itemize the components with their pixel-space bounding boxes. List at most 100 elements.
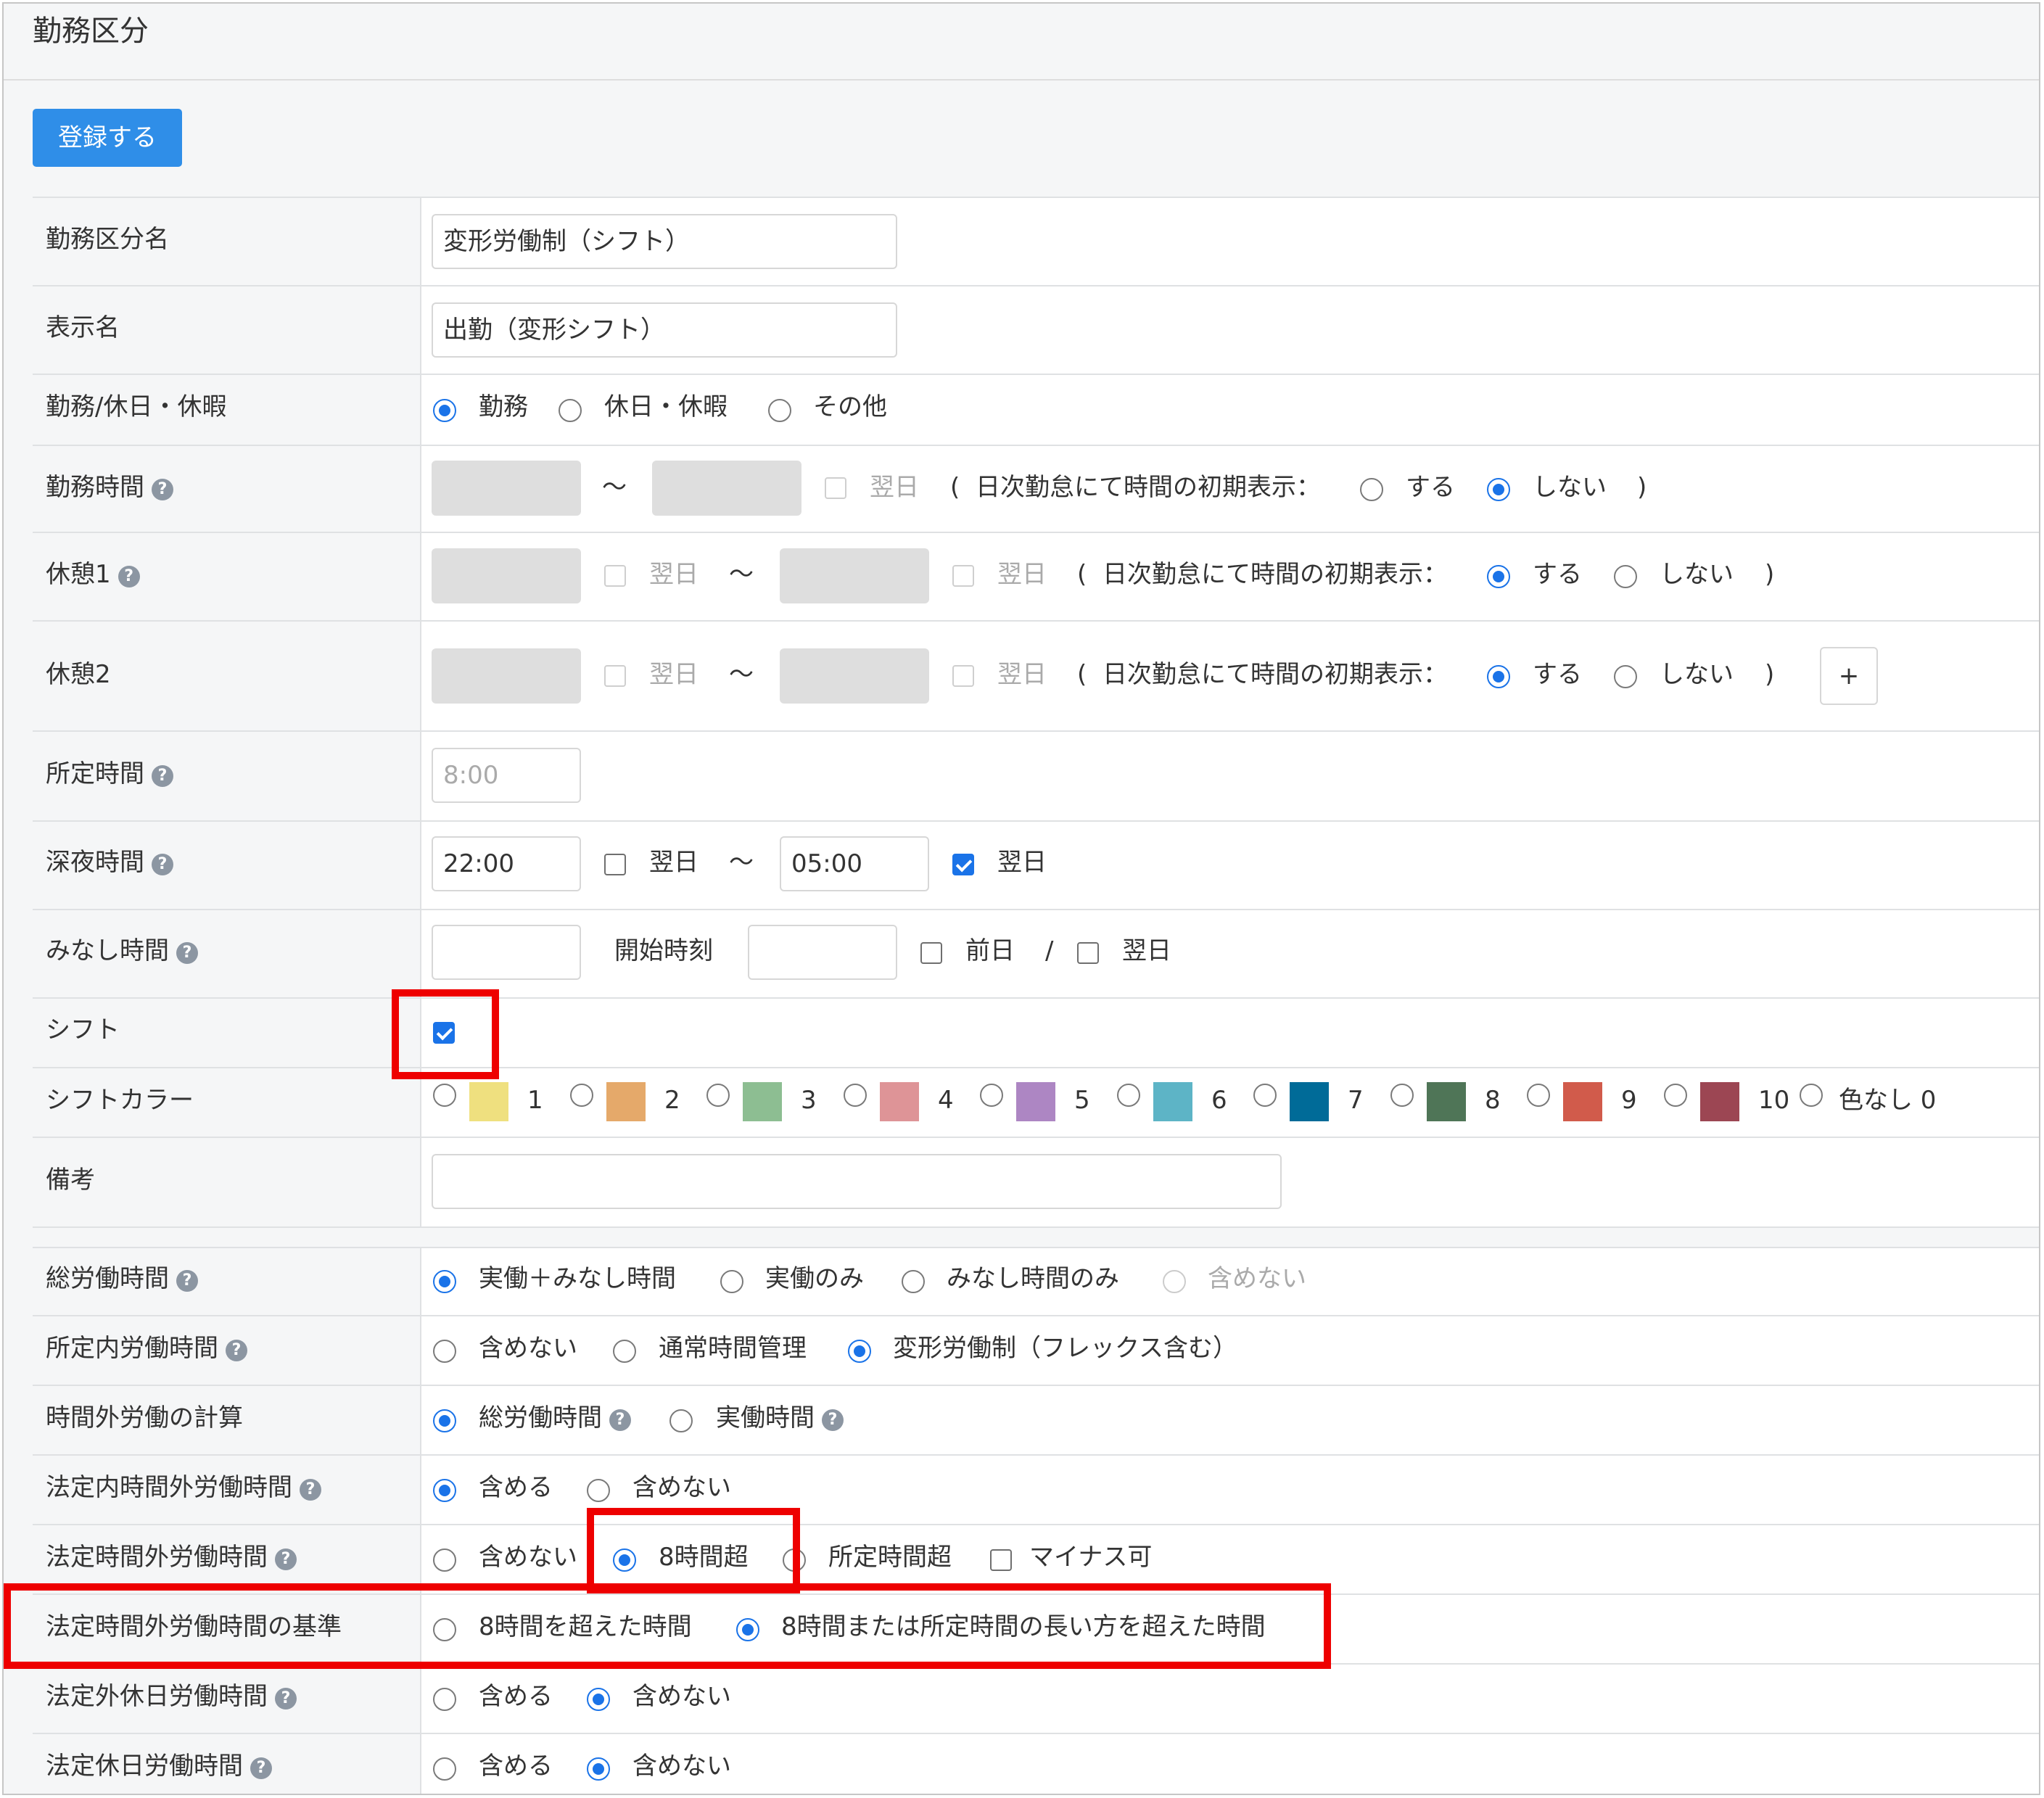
legal-overtime-label: 法定時間外労働時間 [46,1543,268,1572]
total-hours-radio-actual-deemed[interactable] [433,1270,456,1293]
shift-color-radio[interactable] [1253,1084,1277,1107]
work-hours-label-row: 勤務時間? [46,471,173,503]
deemed-start-time-input[interactable] [748,925,897,980]
page: 勤務区分 登録する 勤務区分名 変形労働制（シフト） 表示名 出勤（変形シフト）… [0,0,2044,1798]
legal-inner-overtime-radio-include[interactable] [433,1479,456,1502]
shift-color-number: 9 [1621,1086,1637,1115]
break2-initial-no-radio[interactable] [1614,665,1637,688]
legal-overtime-radio-8h[interactable] [613,1548,636,1572]
overtime-calc-option-total-row: 総労働時間? [479,1402,631,1434]
shift-color-none-label: 色なし 0 [1839,1086,1937,1115]
shift-color-radio[interactable] [1390,1084,1414,1107]
legal-inner-overtime-label-row: 法定内時間外労働時間? [46,1472,321,1504]
night-hours-start-input[interactable]: 22:00 [432,836,581,891]
shift-color-swatch [1427,1082,1466,1121]
work-hours-initial-yes-radio[interactable] [1360,478,1383,501]
shift-color-radio[interactable] [844,1084,867,1107]
break2-initial-yes-radio[interactable] [1487,665,1510,688]
shift-color-radio[interactable] [1664,1084,1687,1107]
question-circle-icon[interactable]: ? [118,566,140,587]
deemed-hours-input[interactable] [432,925,581,980]
non-legal-holiday-radio-include[interactable] [433,1688,456,1711]
register-button[interactable]: 登録する [33,109,182,167]
total-hours-option-exclude: 含めない [1208,1264,1306,1293]
legal-overtime-minus-checkbox[interactable] [990,1549,1012,1571]
shift-color-none-radio[interactable] [1800,1084,1823,1107]
question-circle-icon[interactable]: ? [152,479,173,500]
question-circle-icon[interactable]: ? [152,854,173,875]
break1-paren-close: ) [1765,560,1775,589]
work-hours-end-input [652,461,801,516]
question-circle-icon[interactable]: ? [176,1270,198,1292]
legal-overtime-radio-scheduled[interactable] [783,1548,806,1572]
page-title: 勤務区分 [33,15,149,48]
legal-holiday-radio-include[interactable] [433,1757,456,1781]
break1-end-next-day-label: 翌日 [997,560,1047,589]
legal-overtime-radio-exclude[interactable] [433,1548,456,1572]
work-type-radio-holiday[interactable] [559,399,582,422]
shift-color-radio[interactable] [1117,1084,1140,1107]
scheduled-work-radio-variable[interactable] [848,1340,871,1363]
night-hours-start-next-day-checkbox[interactable] [604,854,626,875]
non-legal-holiday-label-row: 法定外休日労働時間? [46,1681,297,1712]
legal-inner-overtime-radio-exclude[interactable] [587,1479,610,1502]
shift-color-radio[interactable] [1527,1084,1550,1107]
overtime-calc-radio-actual[interactable] [669,1409,693,1432]
note-input[interactable] [432,1154,1282,1209]
question-circle-icon[interactable]: ? [822,1409,844,1431]
row-divider [33,1315,2039,1316]
break1-paren-open: ( [1077,560,1087,589]
break2-end-input [780,648,929,704]
legal-overtime-basis-radio-8h[interactable] [433,1618,456,1641]
night-hours-end-next-day-checkbox[interactable] [952,854,974,875]
name-input[interactable]: 変形労働制（シフト） [432,214,897,269]
question-circle-icon[interactable]: ? [275,1688,297,1710]
work-type-radio-other[interactable] [768,399,791,422]
shift-color-radio[interactable] [706,1084,730,1107]
shift-color-swatch [1290,1082,1329,1121]
question-circle-icon[interactable]: ? [226,1340,247,1361]
shift-color-radio[interactable] [980,1084,1003,1107]
work-type-label: 勤務/休日・休暇 [46,392,227,421]
total-hours-radio-deemed-only[interactable] [902,1270,925,1293]
scheduled-work-radio-normal[interactable] [613,1340,636,1363]
add-break-button[interactable]: + [1820,647,1878,705]
overtime-calc-radio-total[interactable] [433,1409,456,1432]
overtime-calc-label: 時間外労働の計算 [46,1403,243,1432]
break1-initial-yes-radio[interactable] [1487,565,1510,588]
shift-color-swatch [606,1082,646,1121]
shift-color-radio[interactable] [570,1084,593,1107]
shift-color-radio[interactable] [433,1084,456,1107]
shift-color-swatch [1153,1082,1192,1121]
shift-color-swatch [880,1082,919,1121]
row-divider [33,374,2039,375]
work-hours-initial-no-label: しない [1533,473,1607,502]
question-circle-icon[interactable]: ? [152,765,173,787]
non-legal-holiday-radio-exclude[interactable] [587,1688,610,1711]
break2-initial-yes-label: する [1533,660,1582,689]
break1-initial-no-radio[interactable] [1614,565,1637,588]
shift-checkbox[interactable] [433,1022,455,1044]
question-circle-icon[interactable]: ? [275,1548,297,1570]
legal-overtime-basis-option-longer: 8時間または所定時間の長い方を超えた時間 [781,1612,1266,1641]
non-legal-holiday-option-exclude: 含めない [632,1682,731,1711]
scheduled-hours-input[interactable]: 8:00 [432,748,581,803]
scheduled-work-radio-exclude[interactable] [433,1340,456,1363]
name-label: 勤務区分名 [46,225,169,254]
question-circle-icon[interactable]: ? [300,1479,321,1501]
work-type-radio-work[interactable] [433,399,456,422]
legal-overtime-basis-radio-longer[interactable] [736,1618,759,1641]
deemed-next-day-checkbox[interactable] [1077,942,1099,964]
deemed-prev-day-checkbox[interactable] [920,942,942,964]
legal-inner-overtime-option-include: 含める [479,1473,553,1502]
question-circle-icon[interactable]: ? [250,1757,272,1779]
question-circle-icon[interactable]: ? [176,942,198,964]
break2-paren-open: ( [1077,660,1087,689]
question-circle-icon[interactable]: ? [609,1409,631,1431]
form-panel: 勤務区分 登録する 勤務区分名 変形労働制（シフト） 表示名 出勤（変形シフト）… [2,2,2040,1795]
display-name-input[interactable]: 出勤（変形シフト） [432,302,897,358]
total-hours-radio-actual-only[interactable] [720,1270,743,1293]
night-hours-end-input[interactable]: 05:00 [780,836,929,891]
legal-holiday-radio-exclude[interactable] [587,1757,610,1781]
work-hours-initial-no-radio[interactable] [1487,478,1510,501]
